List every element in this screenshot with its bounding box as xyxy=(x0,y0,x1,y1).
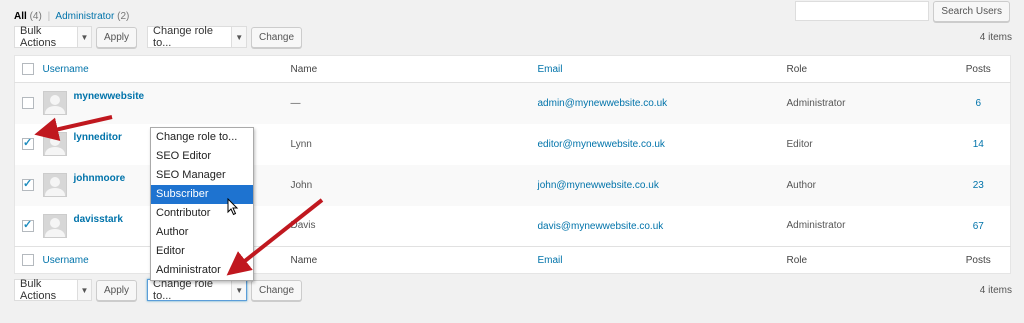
role-option[interactable]: Editor xyxy=(151,242,253,261)
search-users-input[interactable] xyxy=(795,1,930,21)
user-name: John xyxy=(290,179,313,191)
filter-administrator-link[interactable]: Administrator (2) xyxy=(55,11,129,22)
role-option[interactable]: Administrator xyxy=(151,261,253,280)
apply-button-bottom[interactable]: Apply xyxy=(96,279,138,301)
search-users-button[interactable]: Search Users xyxy=(933,1,1010,22)
table-header-row: Username Name Email Role Posts xyxy=(14,56,1011,83)
row-checkbox[interactable] xyxy=(22,136,34,151)
role-option[interactable]: SEO Manager xyxy=(151,166,253,185)
items-count: 4 items xyxy=(979,32,1012,43)
posts-count-link[interactable]: 6 xyxy=(975,98,981,109)
sort-username-link[interactable]: Username xyxy=(43,64,89,75)
row-checkbox[interactable] xyxy=(22,97,34,110)
user-name: — xyxy=(290,97,301,109)
role-option[interactable]: Author xyxy=(151,223,253,242)
posts-count-link[interactable]: 67 xyxy=(973,221,984,232)
column-name-header: Name xyxy=(290,64,318,75)
email-link[interactable]: davis@mynewwebsite.co.uk xyxy=(538,221,664,232)
select-all-checkbox[interactable] xyxy=(22,63,34,76)
username-link[interactable]: davisstark xyxy=(74,214,123,225)
chevron-down-icon: ▼ xyxy=(231,27,247,47)
filter-separator: | xyxy=(47,11,51,22)
avatar-icon xyxy=(42,213,67,238)
user-name: Lynn xyxy=(290,138,312,150)
avatar-icon xyxy=(42,132,67,156)
posts-count-link[interactable]: 23 xyxy=(973,180,984,191)
search-box: Search Users xyxy=(795,1,1010,22)
change-role-button[interactable]: Change xyxy=(251,26,303,48)
user-role: Author xyxy=(786,179,816,191)
column-role-footer: Role xyxy=(786,255,808,266)
user-role: Administrator xyxy=(786,97,846,109)
chevron-down-icon: ▼ xyxy=(231,280,247,300)
change-role-select-bottom[interactable]: Change role to... ▼ xyxy=(147,278,248,302)
email-link[interactable]: admin@mynewwebsite.co.uk xyxy=(538,98,668,109)
user-role: Administrator xyxy=(786,220,846,232)
select-all-checkbox-footer[interactable] xyxy=(22,254,34,267)
posts-count-link[interactable]: 14 xyxy=(973,139,984,150)
sort-username-link-footer[interactable]: Username xyxy=(43,255,89,266)
bulk-actions-select[interactable]: Bulk Actions ▼ xyxy=(14,25,92,49)
avatar-icon xyxy=(42,91,67,116)
row-checkbox[interactable] xyxy=(22,218,34,232)
username-link[interactable]: johnmoore xyxy=(74,173,126,184)
tablenav-bottom: Bulk Actions ▼ Apply Change role to... ▼… xyxy=(14,278,303,302)
mouse-cursor-icon xyxy=(227,198,239,216)
filter-all-link[interactable]: All (4) xyxy=(14,11,42,22)
avatar-icon xyxy=(42,173,67,197)
user-name: Davis xyxy=(290,220,316,232)
user-role: Editor xyxy=(786,138,813,150)
role-option[interactable]: Change role to... xyxy=(151,128,253,147)
column-posts-footer: Posts xyxy=(965,255,991,266)
email-link[interactable]: john@mynewwebsite.co.uk xyxy=(538,180,659,191)
chevron-down-icon: ▼ xyxy=(76,280,91,300)
column-role-header: Role xyxy=(786,64,808,75)
column-posts-header: Posts xyxy=(965,64,991,75)
username-link[interactable]: mynewwebsite xyxy=(74,91,145,102)
row-checkbox[interactable] xyxy=(22,177,34,192)
column-name-footer: Name xyxy=(290,255,318,266)
change-role-select[interactable]: Change role to... ▼ xyxy=(147,25,248,49)
tablenav-top: Bulk Actions ▼ Apply Change role to... ▼… xyxy=(14,25,303,49)
user-role-filter-links: All (4) | Administrator (2) xyxy=(14,11,129,22)
sort-email-link-footer[interactable]: Email xyxy=(538,255,563,266)
username-link[interactable]: lynneditor xyxy=(74,132,122,143)
change-role-button-bottom[interactable]: Change xyxy=(251,279,303,301)
table-row: mynewwebsite — admin@mynewwebsite.co.uk … xyxy=(14,82,1011,124)
role-option[interactable]: SEO Editor xyxy=(151,147,253,166)
bulk-actions-select-bottom[interactable]: Bulk Actions ▼ xyxy=(14,278,92,302)
chevron-down-icon: ▼ xyxy=(76,27,91,47)
items-count-bottom: 4 items xyxy=(979,285,1012,296)
apply-button[interactable]: Apply xyxy=(96,26,138,48)
email-link[interactable]: editor@mynewwebsite.co.uk xyxy=(538,139,665,150)
sort-email-link[interactable]: Email xyxy=(538,64,563,75)
